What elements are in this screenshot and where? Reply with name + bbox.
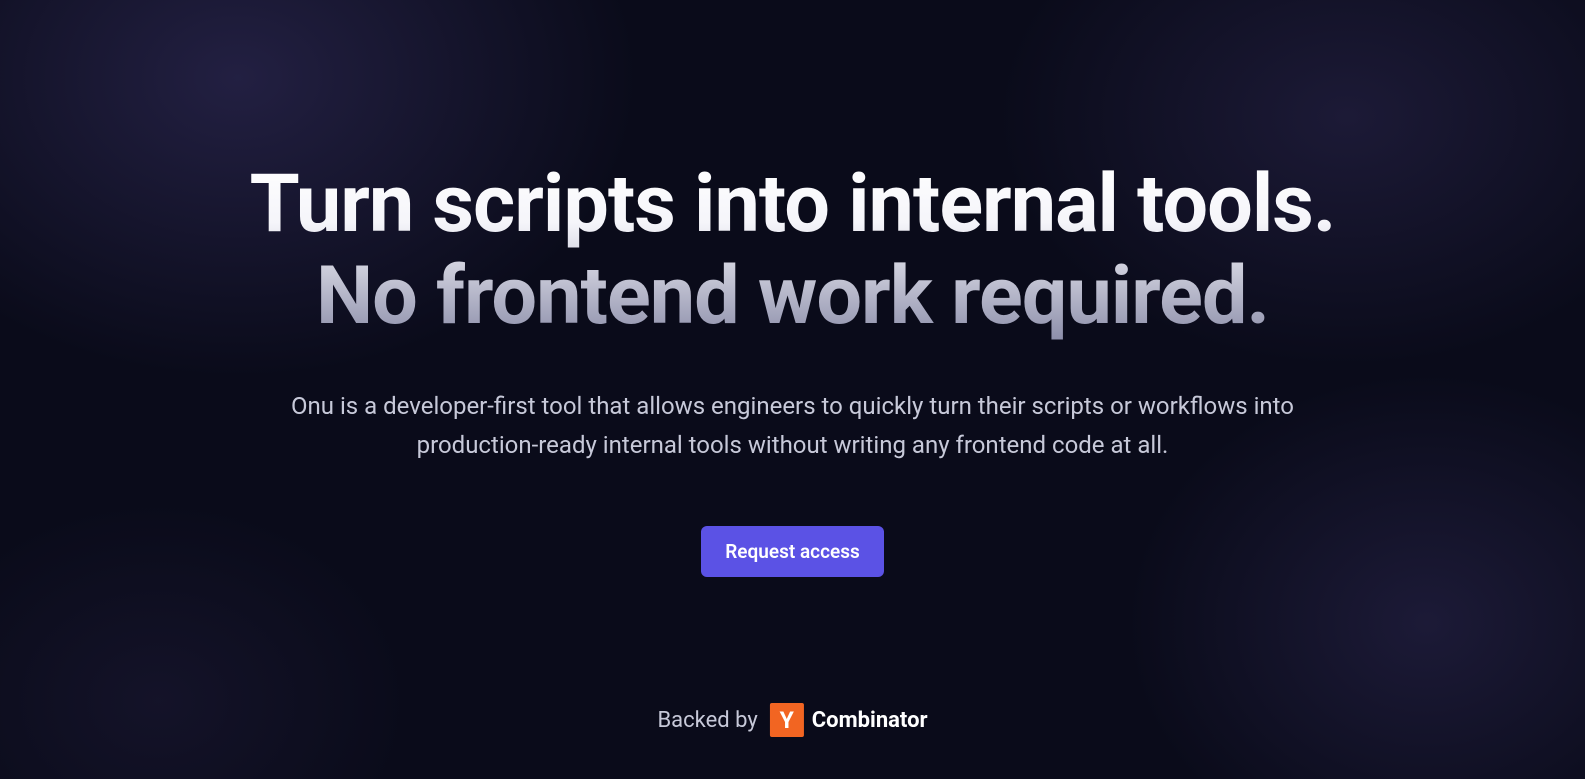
yc-letter: Y (780, 709, 794, 732)
headline-line-1: Turn scripts into internal tools. (250, 156, 1336, 251)
ycombinator-name: Combinator (812, 708, 928, 733)
hero-subtext: Onu is a developer-first tool that allow… (253, 387, 1333, 466)
headline-line-2: No frontend work required. (316, 248, 1269, 343)
request-access-button[interactable]: Request access (701, 526, 884, 577)
hero-headline: Turn scripts into internal tools. No fro… (250, 158, 1336, 343)
backed-by-section: Backed by Y Combinator (657, 703, 927, 737)
backed-by-label: Backed by (657, 708, 757, 733)
ycombinator-logo-icon: Y (770, 703, 804, 737)
ycombinator-badge: Y Combinator (770, 703, 928, 737)
hero-section: Turn scripts into internal tools. No fro… (0, 0, 1585, 779)
